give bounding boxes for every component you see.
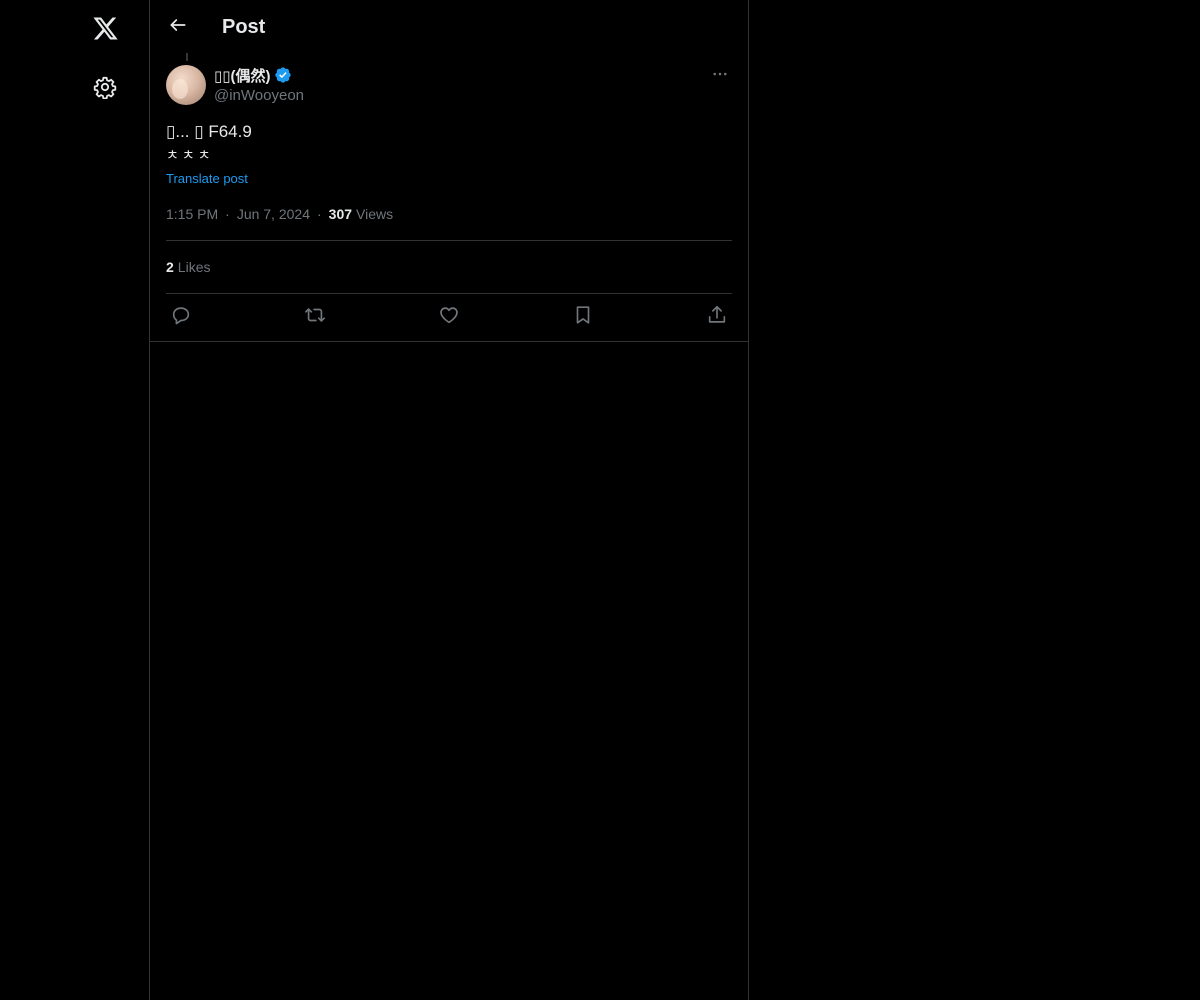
thread-connector-line xyxy=(186,53,188,61)
verified-badge-icon[interactable] xyxy=(274,66,292,84)
post-text: ▯... ▯ F64.9 xyxy=(166,122,252,141)
post-author: ▯▯(偶然) @inWooyeon xyxy=(214,64,304,106)
divider xyxy=(166,240,732,241)
reply-icon xyxy=(170,304,192,331)
back-button[interactable] xyxy=(164,13,192,41)
views-count: 307 xyxy=(328,206,353,222)
main-column: Post ▯▯(偶然) @inWooyeon ▯... ▯ F64.9 ㅊㅊㅊ … xyxy=(149,0,749,1000)
translate-post-link[interactable]: Translate post xyxy=(166,170,248,188)
avatar-image xyxy=(172,79,188,99)
like-button[interactable] xyxy=(436,304,462,330)
like-icon xyxy=(438,304,460,331)
likes-count: 2 xyxy=(166,259,174,275)
meta-separator: · xyxy=(225,206,230,222)
gear-icon[interactable] xyxy=(90,72,120,102)
page-title: Post xyxy=(222,16,266,38)
arrow-left-icon xyxy=(168,15,188,40)
post-date[interactable]: Jun 7, 2024 xyxy=(237,205,310,223)
share-icon xyxy=(706,304,728,331)
left-nav-rail xyxy=(0,0,149,1000)
x-logo-icon[interactable] xyxy=(88,11,122,45)
likes-label: Likes xyxy=(177,259,211,275)
meta-separator: · xyxy=(316,206,322,222)
author-display-name[interactable]: ▯▯(偶然) xyxy=(214,65,271,86)
repost-icon xyxy=(304,304,326,331)
avatar[interactable] xyxy=(166,65,206,105)
likes-stat[interactable]: 2 Likes xyxy=(166,258,210,276)
page-header: Post xyxy=(150,0,748,53)
repost-button[interactable] xyxy=(302,304,328,330)
bookmark-icon xyxy=(572,304,594,331)
app-page: Post ▯▯(偶然) @inWooyeon ▯... ▯ F64.9 ㅊㅊㅊ … xyxy=(0,0,1200,1000)
author-handle[interactable]: @inWooyeon xyxy=(214,86,304,106)
views-label: Views xyxy=(356,206,394,222)
post-actions xyxy=(166,304,732,330)
display-name-row: ▯▯(偶然) xyxy=(214,64,304,86)
bookmark-button[interactable] xyxy=(570,304,596,330)
post-text-second-line: ㅊㅊㅊ xyxy=(166,147,214,163)
post-time[interactable]: 1:15 PM xyxy=(166,205,218,223)
more-dots-icon xyxy=(711,65,729,88)
divider xyxy=(166,293,732,294)
share-button[interactable] xyxy=(704,304,730,330)
post-bottom-border xyxy=(150,341,748,342)
post-metadata: 1:15 PM · Jun 7, 2024 · 307 Views xyxy=(166,205,393,223)
more-options-button[interactable] xyxy=(708,66,732,86)
reply-button[interactable] xyxy=(168,304,194,330)
